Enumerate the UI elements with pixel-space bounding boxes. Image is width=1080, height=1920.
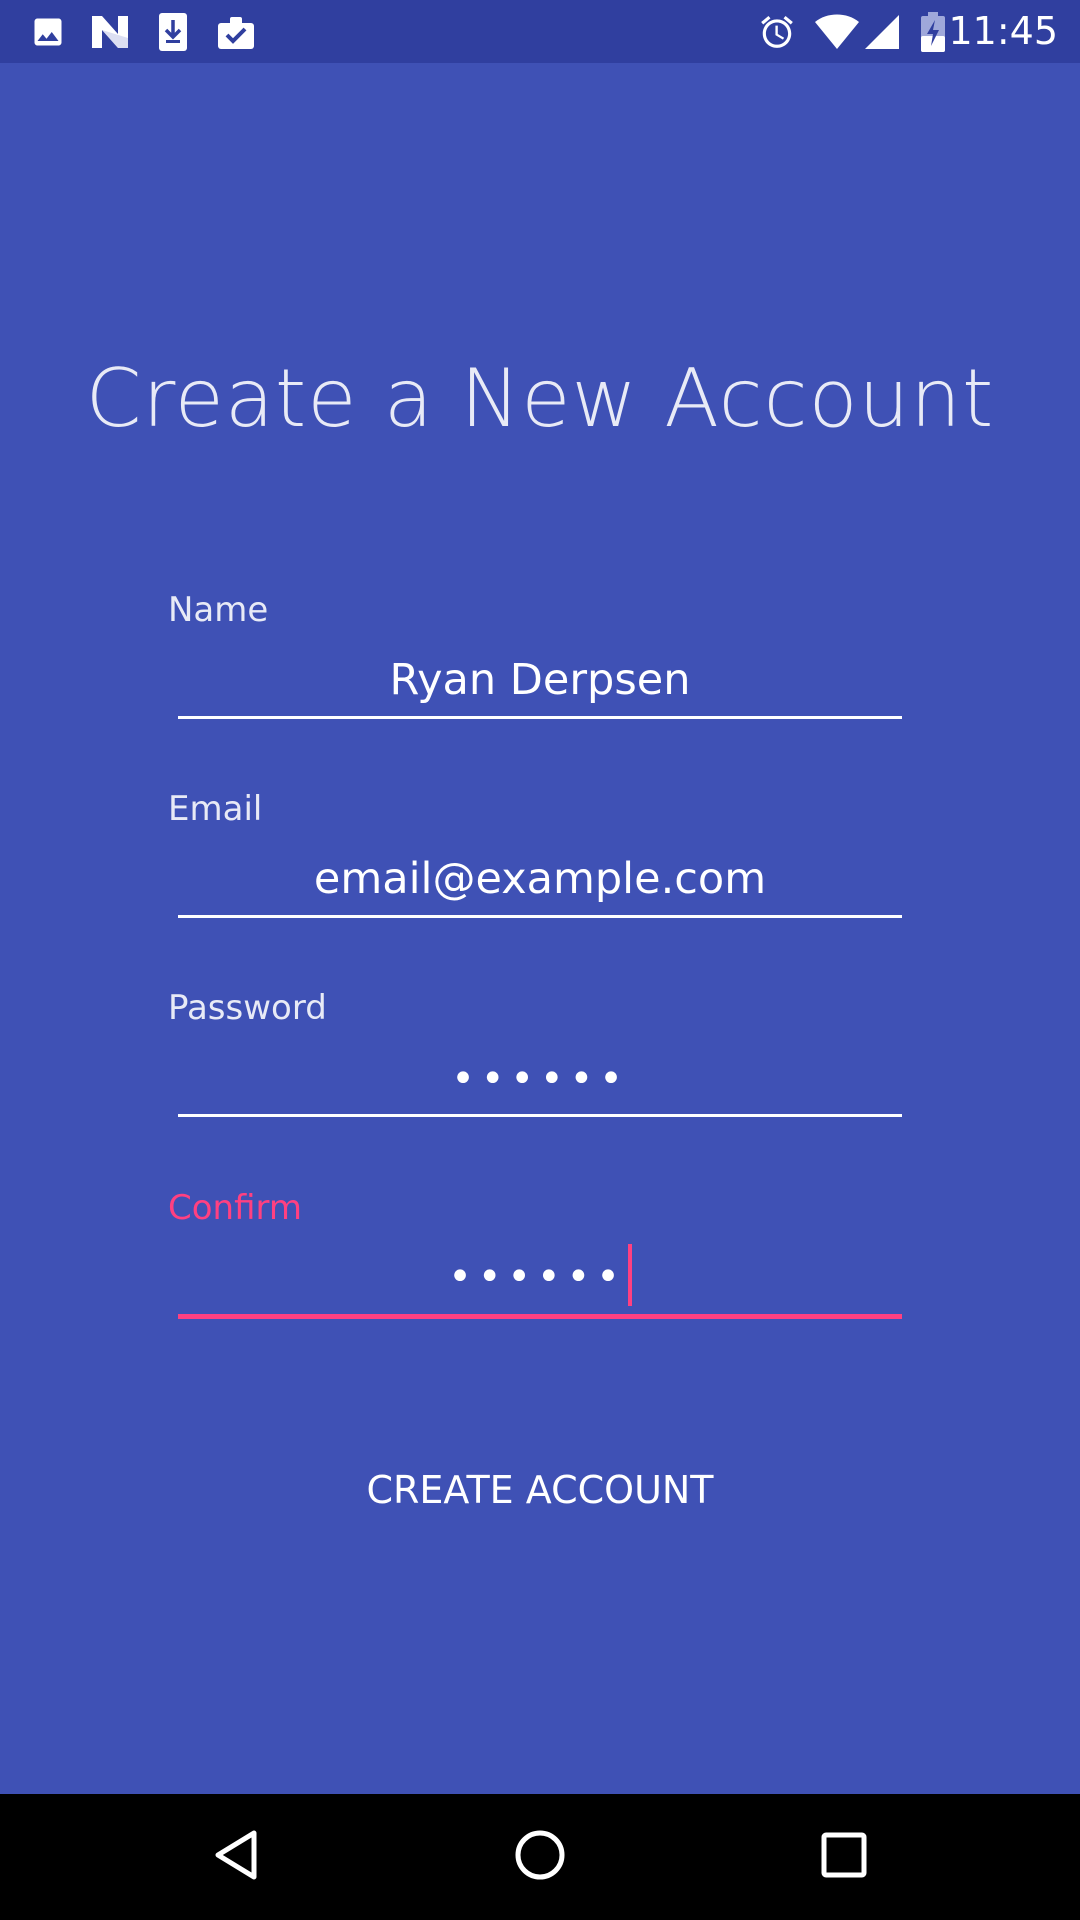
home-icon [514, 1829, 566, 1885]
name-label: Name [168, 590, 269, 630]
n-logo-icon [88, 0, 132, 63]
name-underline [178, 716, 902, 719]
status-bar: 11:45 [0, 0, 1080, 63]
create-account-button[interactable]: CREATE ACCOUNT [300, 1450, 780, 1530]
status-time: 11:45 [948, 9, 1058, 53]
signal-icon [862, 0, 902, 63]
email-label: Email [168, 789, 263, 829]
email-underline [178, 915, 902, 918]
confirm-underline [178, 1314, 902, 1319]
confirm-value: •••••• [448, 1254, 626, 1300]
home-button[interactable] [470, 1794, 610, 1920]
confirm-label: Confirm [168, 1188, 303, 1228]
page-title: Create a New Account [85, 352, 995, 445]
clipboard-check-icon [215, 0, 257, 63]
recents-button[interactable] [774, 1794, 914, 1920]
email-field[interactable]: email@example.com [178, 844, 902, 914]
back-button[interactable] [166, 1794, 306, 1920]
password-field[interactable]: •••••• [178, 1043, 902, 1113]
name-field[interactable]: Ryan Derpsen [178, 645, 902, 715]
password-underline [178, 1114, 902, 1117]
recents-icon [821, 1832, 867, 1882]
password-value: •••••• [451, 1056, 629, 1102]
back-icon [212, 1829, 260, 1885]
confirm-field[interactable]: •••••• [178, 1241, 902, 1311]
image-icon [28, 0, 68, 63]
password-label: Password [168, 988, 327, 1028]
battery-charging-icon [918, 0, 948, 63]
download-icon [155, 0, 191, 63]
alarm-icon [756, 0, 798, 63]
navigation-bar [0, 1794, 1080, 1920]
text-cursor [627, 1243, 632, 1306]
wifi-icon [812, 0, 862, 63]
